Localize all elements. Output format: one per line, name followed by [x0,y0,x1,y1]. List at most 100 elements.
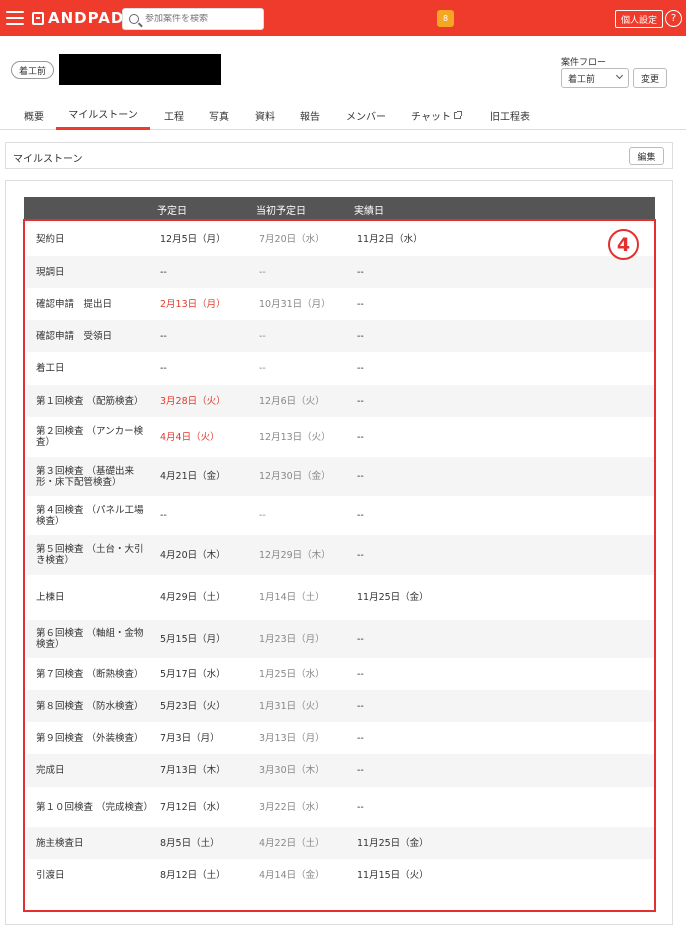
tab-label: メンバー [346,111,386,123]
annotation-marker: 4 [608,229,639,260]
original-date: 1月25日（水） [259,668,325,680]
table-row: 第５回検査 （土台・大引き検査） 4月20日（木） 12月29日（木） -- [27,535,654,575]
milestone-name: 第４回検査 （パネル工場検査） [36,504,144,527]
actual-date: -- [357,431,364,443]
planned-date: 2月13日（月） [160,298,226,310]
personal-settings-button[interactable]: 個人設定 [615,10,664,28]
milestone-name: 現調日 [36,266,65,278]
original-date: 7月20日（水） [259,234,325,245]
edit-button[interactable]: 編集 [629,147,664,165]
table-row: 契約日 12月5日（月） 7月20日（水） 11月2日（水） [27,223,654,256]
original-date: 12月29日（木） [259,549,331,561]
tab-label: 概要 [24,111,44,123]
flow-select[interactable]: 着工前 [561,68,629,88]
original-date: 4月22日（土） [259,837,325,849]
table-row: 第６回検査 （軸組・金物検査） 5月15日（月） 1月23日（月） -- [27,620,654,658]
planned-date: 7月12日（水） [160,801,226,813]
hamburger-menu-icon[interactable] [4,8,26,28]
original-date: 3月30日（木） [259,765,325,776]
header-original: 当初予定日 [256,206,306,217]
planned-date: 5月17日（水） [160,668,226,680]
actual-date: 11月15日（火） [357,869,429,881]
actual-date: 11月25日（金） [357,837,429,849]
original-date: -- [259,330,266,342]
planned-date: 4月20日（木） [160,549,226,561]
original-date: 3月22日（水） [259,801,325,813]
original-date: 12月6日（火） [259,395,325,407]
table-row: 第８回検査 （防水検査） 5月23日（火） 1月31日（火） -- [27,690,654,722]
tab-overview[interactable]: 概要 [14,100,54,130]
tab-reports[interactable]: 報告 [293,100,327,130]
tab-label: 報告 [300,111,320,123]
tab-documents[interactable]: 資料 [248,100,282,130]
planned-date: -- [160,363,167,374]
actual-date: 11月25日（金） [357,592,429,603]
actual-date: -- [357,471,364,482]
actual-date: -- [357,330,364,342]
planned-date: 4月21日（金） [160,471,226,482]
actual-date: -- [357,549,364,561]
tab-label: 資料 [255,111,275,123]
original-date: 12月13日（火） [259,431,331,443]
table-row: 第２回検査 （アンカー検査） 4月4日（火） 12月13日（火） -- [27,417,654,457]
planned-date: 4月29日（土） [160,592,226,603]
planned-date: 5月15日（月） [160,633,226,645]
table-row: 施主検査日 8月5日（土） 4月22日（土） 11月25日（金） [27,827,654,859]
milestone-name: 完成日 [36,765,65,776]
actual-date: -- [357,732,364,744]
original-date: 12月30日（金） [259,471,331,482]
tab-milestone[interactable]: マイルストーン [56,100,150,130]
planned-date: -- [160,510,167,521]
milestone-name: 第９回検査 （外装検査） [36,732,144,744]
andpad-logo[interactable]: ANDPAD [32,9,124,27]
actual-date: -- [357,765,364,776]
planned-date: 5月23日（火） [160,700,226,712]
planned-date: 7月13日（木） [160,765,226,776]
milestone-name: 確認申請 提出日 [36,298,113,310]
original-date: -- [259,363,266,374]
milestone-name: 確認申請 受領日 [36,330,113,342]
change-flow-button[interactable]: 変更 [633,68,667,88]
milestone-name: 第５回検査 （土台・大引き検査） [36,544,144,566]
original-date: 1月23日（月） [259,633,325,645]
original-date: 3月13日（月） [259,732,325,744]
table-row: 完成日 7月13日（木） 3月30日（木） -- [27,754,654,787]
milestone-name: 上棟日 [36,592,65,603]
milestone-section-bar: マイルストーン [5,142,673,169]
top-bar: ANDPAD [0,0,686,36]
planned-date: -- [160,330,167,342]
milestone-name: 第３回検査 （基礎出来形・床下配管検査） [36,465,135,488]
milestone-name: 第２回検査 （アンカー検査） [36,426,144,448]
original-date: 10月31日（月） [259,298,331,310]
tab-members[interactable]: メンバー [338,100,394,130]
tab-old-schedule[interactable]: 旧工程表 [480,100,540,130]
planned-date: 3月28日（火） [160,395,226,407]
actual-date: 11月2日（水） [357,234,423,245]
actual-date: -- [357,298,364,310]
help-icon[interactable]: ? [665,10,682,27]
planned-date: -- [160,266,167,278]
planned-date: 7月3日（月） [160,732,220,744]
planned-date: 4月4日（火） [160,431,220,443]
section-title: マイルストーン [13,154,83,165]
milestone-name: 第７回検査 （断熱検査） [36,668,144,680]
table-row: 第４回検査 （パネル工場検査） -- -- -- [27,496,654,535]
milestone-name: 引渡日 [36,869,65,881]
milestone-name: 第１回検査 （配筋検査） [36,395,144,407]
header-actual: 実績日 [354,206,384,217]
status-badge: 着工前 [11,61,55,79]
tab-chat[interactable]: チャット [404,100,468,130]
tab-schedule[interactable]: 工程 [158,100,190,130]
search-input[interactable] [145,14,257,24]
project-search[interactable] [122,8,264,30]
flow-select-value: 着工前 [568,74,596,85]
table-row: 第１回検査 （配筋検査） 3月28日（火） 12月6日（火） -- [27,385,654,417]
planned-date: 8月12日（土） [160,869,226,881]
actual-date: -- [357,700,364,712]
table-row: 第３回検査 （基礎出来形・床下配管検査） 4月21日（金） 12月30日（金） -- [27,457,654,496]
tab-photos[interactable]: 写真 [202,100,236,130]
milestone-name: 着工日 [36,363,65,374]
original-date: 1月14日（土） [259,592,325,603]
andpad-logo-icon [32,11,44,25]
notification-badge[interactable]: 8 [437,10,454,27]
